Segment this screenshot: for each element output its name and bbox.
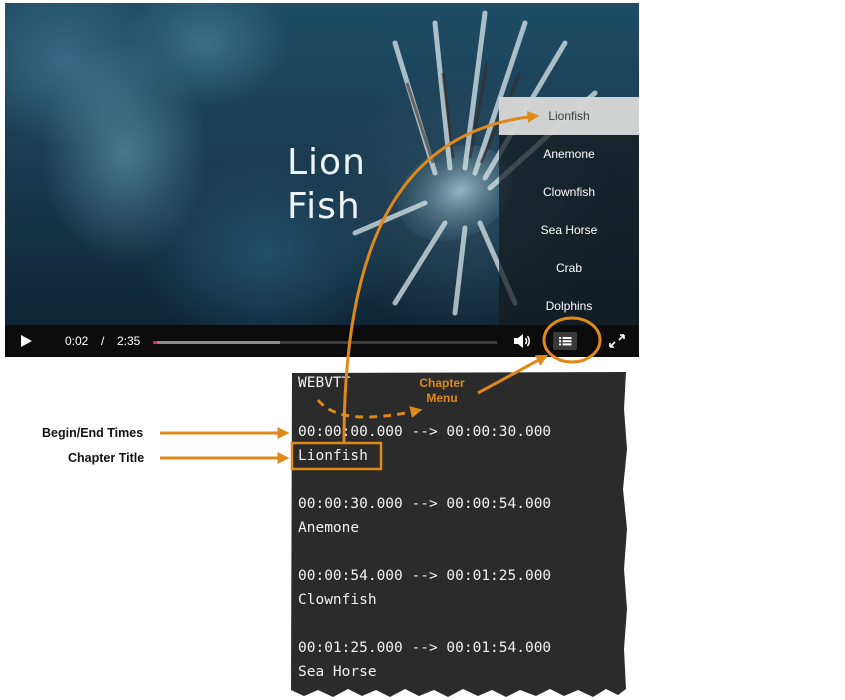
- duration: 2:35: [117, 334, 141, 348]
- annotation-chapter-title: Chapter Title: [68, 451, 145, 465]
- video-player: Lion Fish Lionfish Anemone Clownfish Sea…: [5, 3, 639, 357]
- chapter-item-dolphins[interactable]: Dolphins: [499, 287, 639, 325]
- annotation-begin-end-times: Begin/End Times: [42, 426, 144, 440]
- control-bar: 0:02 / 2:35: [5, 325, 639, 357]
- seek-buffered: [153, 341, 281, 344]
- cue-timing: 00:00:00.000 --> 00:00:30.000: [298, 424, 552, 440]
- chapter-item-lionfish[interactable]: Lionfish: [499, 97, 639, 135]
- volume-icon[interactable]: [512, 332, 532, 350]
- cue-title: Lionfish: [298, 448, 368, 464]
- chapter-menu: Lionfish Anemone Clownfish Sea Horse Cra…: [499, 97, 639, 325]
- fullscreen-icon[interactable]: [608, 333, 626, 349]
- chapter-item-anemone[interactable]: Anemone: [499, 135, 639, 173]
- cue-title: Clownfish: [298, 592, 377, 608]
- video-title-overlay: Lion Fish: [287, 141, 407, 229]
- play-icon[interactable]: [21, 335, 32, 347]
- video-title-line: Lion: [287, 142, 366, 183]
- time-separator: /: [101, 334, 105, 348]
- seek-played: [153, 341, 158, 344]
- annotation-chapter-menu-line: Chapter: [419, 376, 465, 390]
- cue-timing: 00:00:30.000 --> 00:00:54.000: [298, 496, 552, 512]
- webvtt-header: WEBVTT: [298, 375, 351, 391]
- cue-title: Sea Horse: [298, 664, 377, 680]
- chapter-item-crab[interactable]: Crab: [499, 249, 639, 287]
- chapters-list-icon[interactable]: [553, 332, 577, 350]
- seek-bar[interactable]: [153, 341, 497, 344]
- cue-title: Anemone: [298, 520, 360, 536]
- annotation-chapter-menu-line: Menu: [426, 391, 458, 405]
- annotation-chapter-menu: Chapter Menu: [412, 376, 472, 406]
- cue-timing: 00:01:25.000 --> 00:01:54.000: [298, 640, 552, 656]
- chapter-item-sea-horse[interactable]: Sea Horse: [499, 211, 639, 249]
- current-time: 0:02: [65, 334, 89, 348]
- chapter-item-clownfish[interactable]: Clownfish: [499, 173, 639, 211]
- video-title-line: Fish: [287, 186, 361, 227]
- cue-timing: 00:00:54.000 --> 00:01:25.000: [298, 568, 552, 584]
